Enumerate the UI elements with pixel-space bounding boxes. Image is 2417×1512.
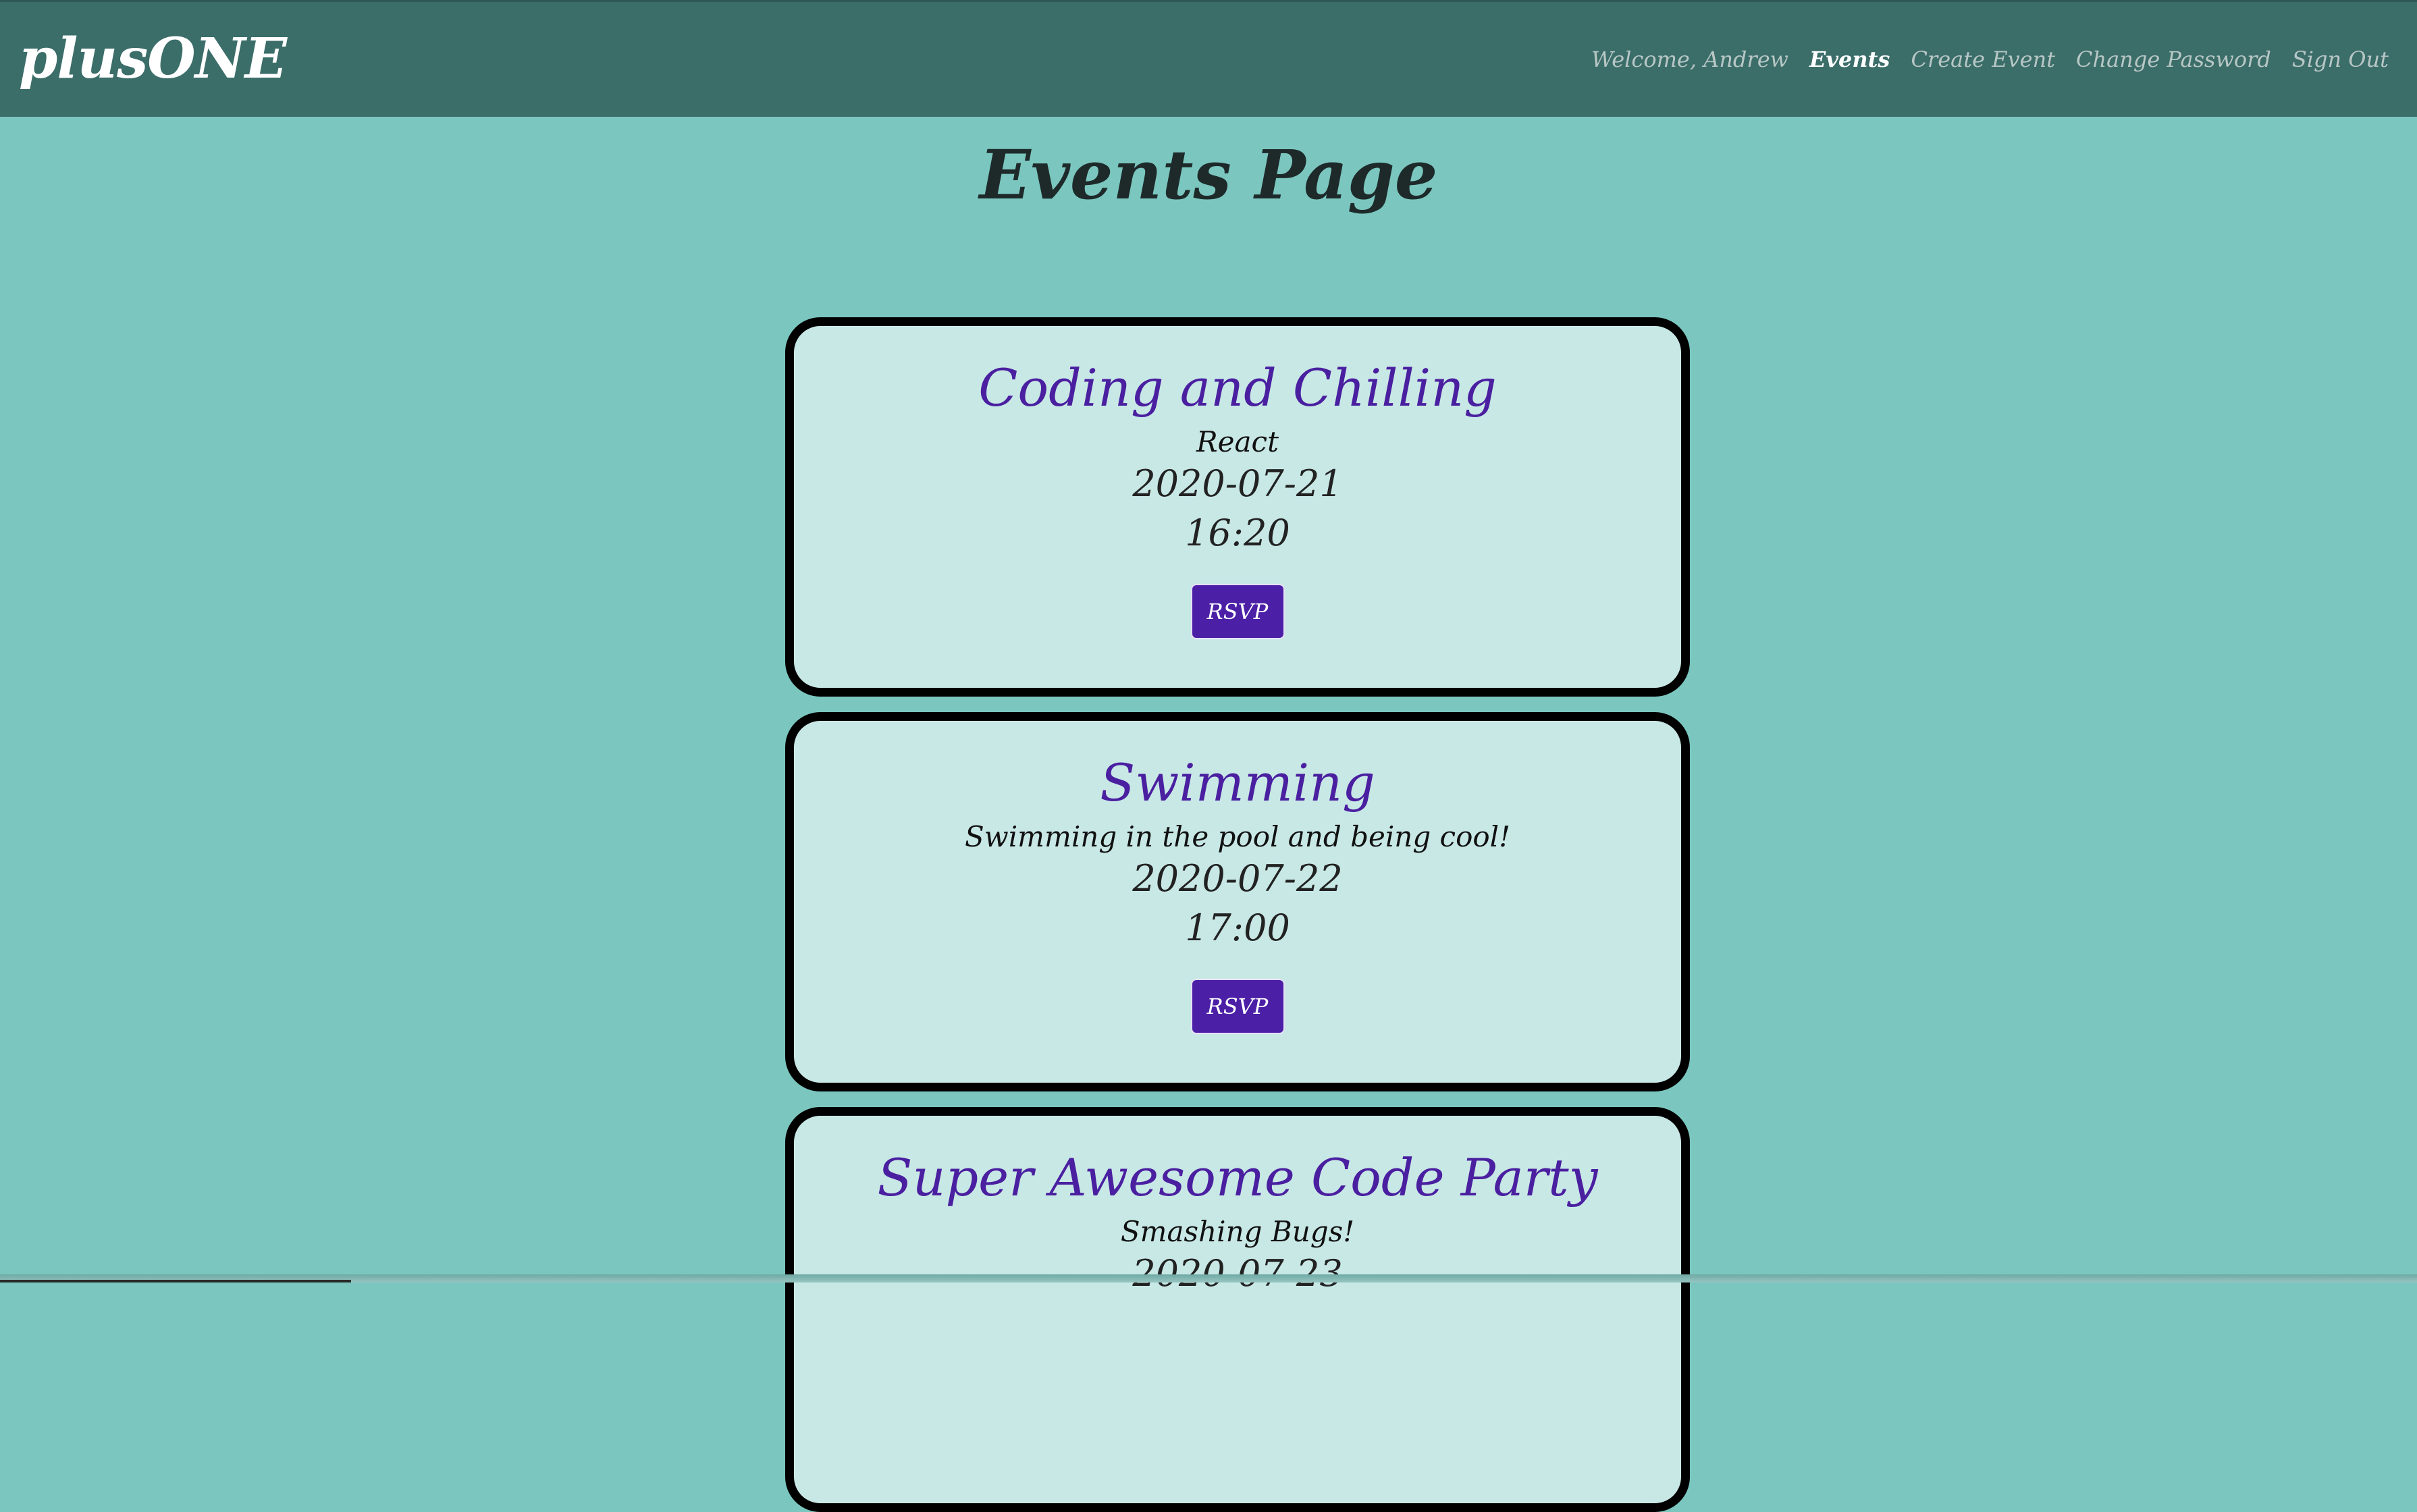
- event-date: 2020-07-21: [794, 460, 1681, 509]
- rsvp-button[interactable]: RSVP: [1191, 979, 1285, 1034]
- event-title: Swimming: [794, 753, 1681, 812]
- event-title: Super Awesome Code Party: [794, 1148, 1681, 1207]
- nav-link-change-password[interactable]: Change Password: [2076, 47, 2271, 72]
- event-date: 2020-07-22: [794, 855, 1681, 904]
- bottom-edge-shadow: [0, 1274, 2417, 1282]
- event-time: 17:00: [794, 904, 1681, 953]
- bottom-edge-bar: [0, 1280, 351, 1282]
- event-card: Coding and Chilling React 2020-07-21 16:…: [785, 317, 1690, 697]
- top-navbar: plusONE Welcome, Andrew Events Create Ev…: [0, 0, 2417, 117]
- brand-logo-link[interactable]: plusONE: [19, 26, 286, 91]
- event-card: Super Awesome Code Party Smashing Bugs! …: [785, 1107, 1690, 1512]
- rsvp-button[interactable]: RSVP: [1191, 584, 1285, 639]
- event-description: React: [794, 425, 1681, 459]
- event-card: Swimming Swimming in the pool and being …: [785, 712, 1690, 1091]
- nav-links: Welcome, Andrew Events Create Event Chan…: [1591, 47, 2389, 72]
- nav-link-sign-out[interactable]: Sign Out: [2292, 47, 2389, 72]
- welcome-text: Welcome, Andrew: [1591, 47, 1788, 72]
- nav-link-events[interactable]: Events: [1809, 47, 1890, 72]
- event-time: 16:20: [794, 509, 1681, 558]
- nav-link-create-event[interactable]: Create Event: [1911, 47, 2055, 72]
- event-title: Coding and Chilling: [794, 358, 1681, 417]
- event-description: Smashing Bugs!: [794, 1215, 1681, 1249]
- event-description: Swimming in the pool and being cool!: [794, 820, 1681, 854]
- page-title: Events Page: [0, 135, 2417, 215]
